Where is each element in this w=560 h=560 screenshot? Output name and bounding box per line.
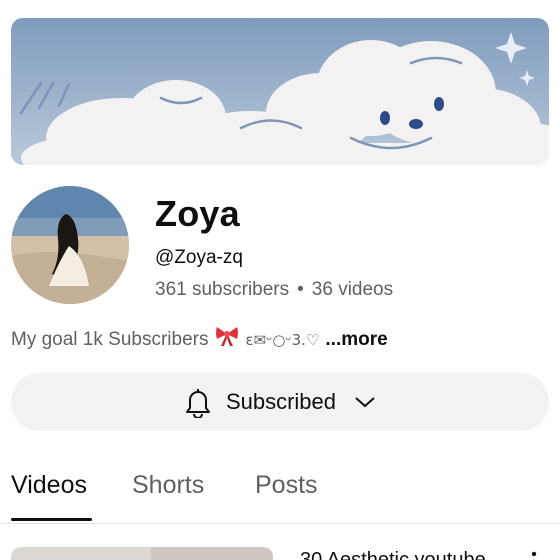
channel-avatar[interactable] bbox=[11, 186, 129, 304]
ribbon-icon bbox=[215, 325, 239, 354]
subscriber-count: 361 subscribers bbox=[155, 279, 290, 300]
tab-videos[interactable]: Videos bbox=[11, 468, 87, 502]
description-text: My goal 1k Subscribers bbox=[11, 328, 209, 350]
channel-tabs: Videos Shorts Posts bbox=[0, 462, 560, 524]
tab-shorts[interactable]: Shorts bbox=[132, 468, 204, 502]
video-count: 36 videos bbox=[311, 279, 394, 300]
channel-name: Zoya bbox=[155, 193, 240, 234]
active-tab-indicator bbox=[11, 518, 92, 521]
description-kaomoji: ε✉ᵕ○ᵕ3.♡ bbox=[245, 330, 320, 349]
channel-description[interactable]: My goal 1k Subscribers ε✉ᵕ○ᵕ3.♡ ...more bbox=[11, 325, 388, 354]
bell-icon bbox=[184, 386, 212, 418]
video-thumbnail[interactable] bbox=[11, 547, 273, 560]
more-vert-icon[interactable] bbox=[527, 550, 541, 560]
tab-posts[interactable]: Posts bbox=[255, 468, 318, 502]
stats-separator: • bbox=[297, 279, 304, 300]
description-more-link[interactable]: ...more bbox=[325, 328, 387, 352]
chevron-down-icon bbox=[354, 395, 376, 409]
channel-banner bbox=[11, 18, 549, 165]
subscribed-label: Subscribed bbox=[225, 389, 337, 414]
channel-stats: 361 subscribers • 36 videos bbox=[155, 278, 393, 302]
channel-handle: @Zoya-zq bbox=[155, 247, 243, 268]
subscribed-button[interactable]: Subscribed bbox=[11, 373, 549, 431]
video-title[interactable]: 30 Aesthetic youtube bbox=[300, 547, 486, 560]
